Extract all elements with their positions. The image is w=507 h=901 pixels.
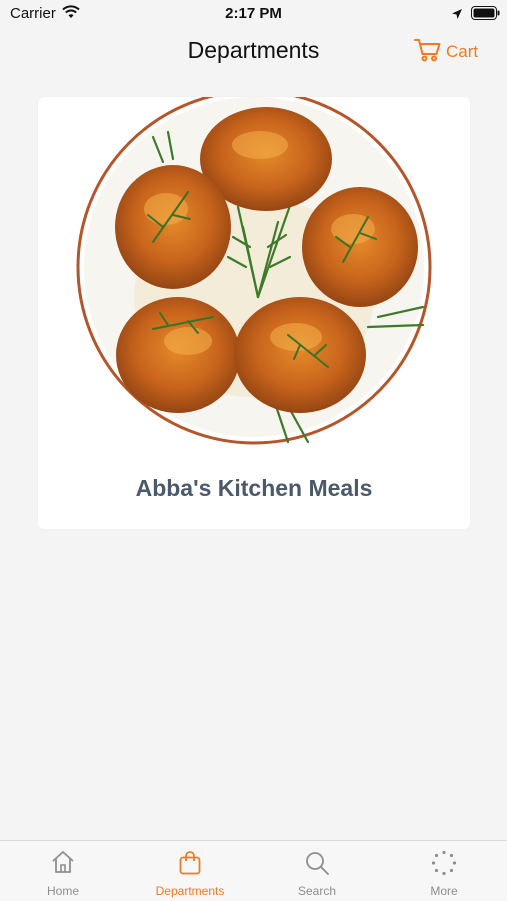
tab-departments[interactable]: Departments	[127, 841, 253, 901]
tab-search-label: Search	[297, 884, 337, 898]
tab-home-label: Home	[46, 884, 79, 898]
location-arrow-icon	[451, 7, 463, 25]
status-bar: Carrier 2:17 PM	[0, 0, 507, 28]
battery-icon	[471, 6, 500, 25]
tab-search[interactable]: Search	[254, 841, 380, 901]
department-label: Abba's Kitchen Meals	[135, 475, 373, 501]
tab-departments-label: Departments	[155, 884, 225, 898]
home-icon	[50, 850, 76, 879]
tab-more-label: More	[430, 884, 458, 898]
clock: 2:17 PM	[225, 5, 282, 22]
shopping-bag-icon	[178, 850, 202, 881]
tab-bar: Home Departments Search More	[0, 840, 507, 901]
search-icon	[304, 850, 330, 881]
department-image	[76, 97, 432, 445]
tab-more[interactable]: More	[381, 841, 507, 901]
department-card[interactable]: Abba's Kitchen Meals	[38, 97, 470, 529]
more-dots-icon	[431, 850, 457, 881]
cart-label: Cart	[446, 42, 479, 61]
tab-home[interactable]: Home	[0, 841, 126, 901]
cart-icon	[414, 38, 442, 67]
cart-button[interactable]: Cart	[414, 38, 478, 66]
